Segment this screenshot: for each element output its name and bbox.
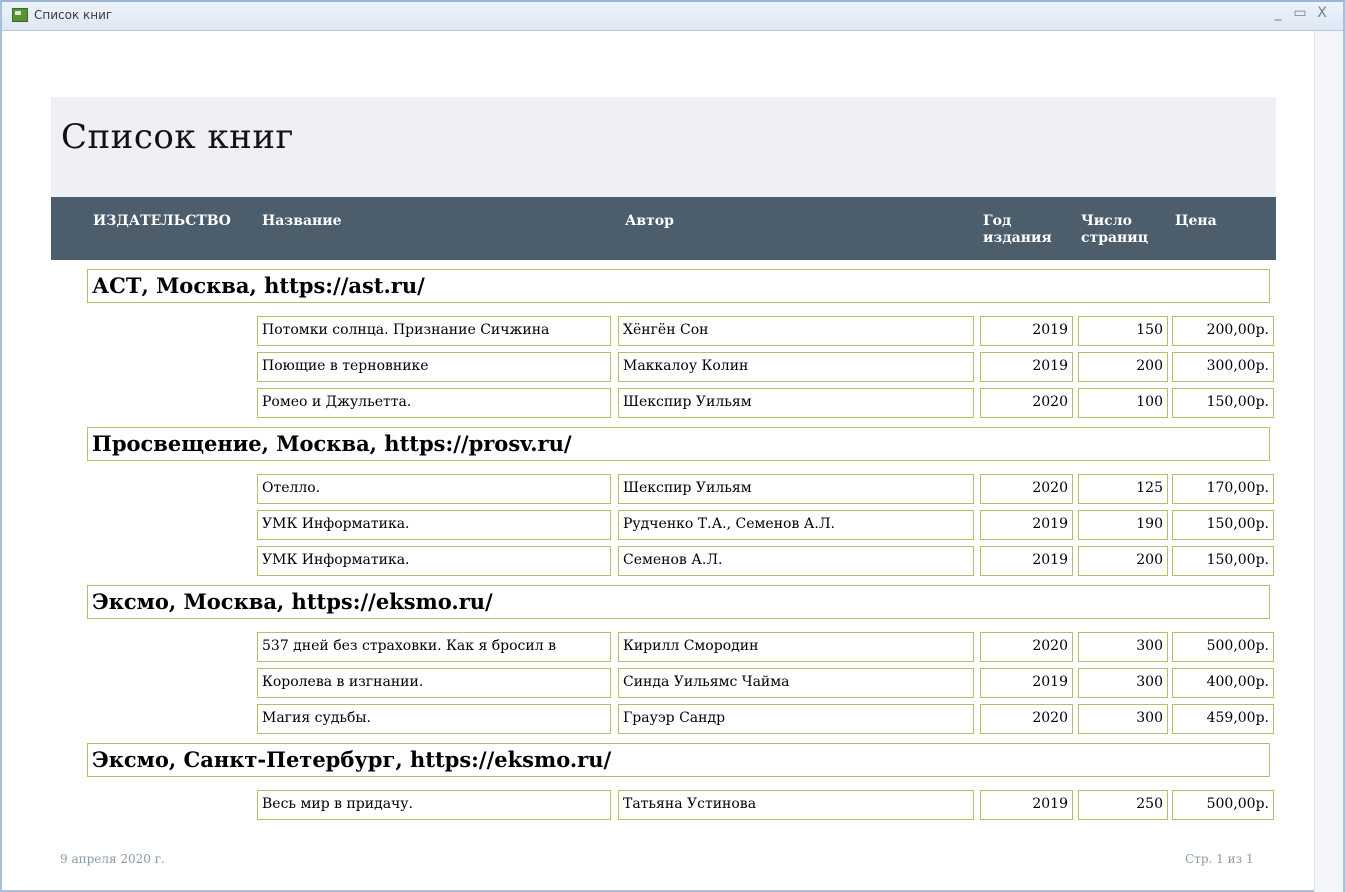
cell-price: 500,00р. xyxy=(1172,790,1274,820)
cell-pages: 190 xyxy=(1078,510,1168,540)
cell-author: Маккалоу Колин xyxy=(618,352,974,382)
cell-price: 150,00р. xyxy=(1172,510,1274,540)
group-header: Эксмо, Москва, https://eksmo.ru/ xyxy=(87,585,1270,619)
cell-author: Грауэр Сандр xyxy=(618,704,974,734)
cell-name: Королева в изгнании. xyxy=(257,668,611,698)
cell-year: 2019 xyxy=(980,546,1073,576)
cell-pages: 200 xyxy=(1078,352,1168,382)
cell-pages: 100 xyxy=(1078,388,1168,418)
cell-year: 2019 xyxy=(980,352,1073,382)
col-pages: Число страниц xyxy=(1081,213,1149,246)
cell-price: 150,00р. xyxy=(1172,546,1274,576)
cell-author: Хёнгён Сон xyxy=(618,316,974,346)
cell-price: 170,00р. xyxy=(1172,474,1274,504)
cell-price: 200,00р. xyxy=(1172,316,1274,346)
group-header: Эксмо, Санкт-Петербург, https://eksmo.ru… xyxy=(87,743,1270,777)
cell-pages: 200 xyxy=(1078,546,1168,576)
restore-icon[interactable]: ▭ xyxy=(1289,5,1311,21)
column-header-band: ИЗДАТЕЛЬСТВО Название Автор Год издания Ч… xyxy=(51,197,1276,260)
cell-name: УМК Информатика. xyxy=(257,546,611,576)
close-icon[interactable]: X xyxy=(1311,5,1333,21)
vertical-scrollbar[interactable] xyxy=(1314,31,1343,892)
cell-name: УМК Информатика. xyxy=(257,510,611,540)
cell-author: Шекспир Уильям xyxy=(618,474,974,504)
cell-price: 500,00р. xyxy=(1172,632,1274,662)
col-name: Название xyxy=(262,213,342,229)
cell-author: Синда Уильямс Чайма xyxy=(618,668,974,698)
footer-page-number: Стр. 1 из 1 xyxy=(1185,852,1254,866)
cell-name: Ромео и Джульетта. xyxy=(257,388,611,418)
footer-date: 9 апреля 2020 г. xyxy=(60,852,165,866)
cell-year: 2020 xyxy=(980,704,1073,734)
cell-year: 2019 xyxy=(980,790,1073,820)
cell-author: Семенов А.Л. xyxy=(618,546,974,576)
cell-price: 300,00р. xyxy=(1172,352,1274,382)
cell-name: Отелло. xyxy=(257,474,611,504)
cell-name: Магия судьбы. xyxy=(257,704,611,734)
cell-year: 2019 xyxy=(980,668,1073,698)
cell-name: Весь мир в придачу. xyxy=(257,790,611,820)
cell-author: Татьяна Устинова xyxy=(618,790,974,820)
cell-price: 150,00р. xyxy=(1172,388,1274,418)
window-title: Список книг xyxy=(34,8,113,22)
col-author: Автор xyxy=(625,213,674,229)
report-icon xyxy=(12,8,28,22)
cell-year: 2020 xyxy=(980,632,1073,662)
minimize-icon[interactable]: _ xyxy=(1267,5,1289,21)
cell-price: 400,00р. xyxy=(1172,668,1274,698)
cell-price: 459,00р. xyxy=(1172,704,1274,734)
cell-pages: 150 xyxy=(1078,316,1168,346)
cell-pages: 300 xyxy=(1078,632,1168,662)
col-publisher: ИЗДАТЕЛЬСТВО xyxy=(93,213,231,229)
report-body: Список книг ИЗДАТЕЛЬСТВО Название Автор … xyxy=(51,97,1276,260)
cell-year: 2020 xyxy=(980,388,1073,418)
cell-pages: 250 xyxy=(1078,790,1168,820)
cell-author: Рудченко Т.А., Семенов А.Л. xyxy=(618,510,974,540)
cell-author: Шекспир Уильям xyxy=(618,388,974,418)
cell-author: Кирилл Смородин xyxy=(618,632,974,662)
cell-name: Поющие в терновнике xyxy=(257,352,611,382)
report-title-band: Список книг xyxy=(51,97,1276,197)
cell-year: 2020 xyxy=(980,474,1073,504)
cell-pages: 300 xyxy=(1078,704,1168,734)
group-header: Просвещение, Москва, https://prosv.ru/ xyxy=(87,427,1270,461)
cell-name: 537 дней без страховки. Как я бросил в xyxy=(257,632,611,662)
cell-name: Потомки солнца. Признание Сичжина xyxy=(257,316,611,346)
window-titlebar[interactable]: Список книг _ ▭ X xyxy=(2,2,1343,31)
group-header: АСТ, Москва, https://ast.ru/ xyxy=(87,269,1270,303)
col-year: Год издания xyxy=(983,213,1052,246)
col-price: Цена xyxy=(1175,213,1217,229)
cell-pages: 300 xyxy=(1078,668,1168,698)
cell-year: 2019 xyxy=(980,316,1073,346)
cell-pages: 125 xyxy=(1078,474,1168,504)
report-title: Список книг xyxy=(61,117,294,157)
cell-year: 2019 xyxy=(980,510,1073,540)
